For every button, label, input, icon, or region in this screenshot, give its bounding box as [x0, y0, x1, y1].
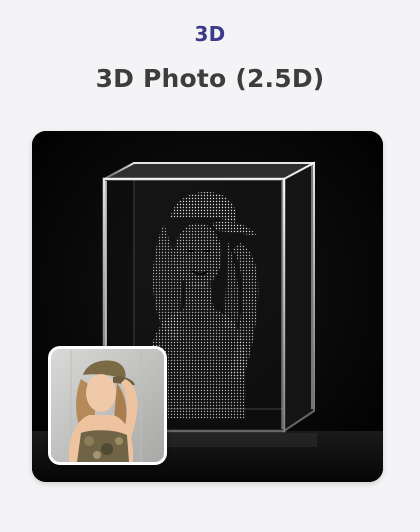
product-card[interactable]: 3D 3D Photo (2.5D) [0, 0, 420, 532]
portrait-photo [51, 349, 164, 462]
original-photo-thumbnail[interactable] [48, 346, 167, 465]
category-label: 3D [194, 22, 226, 46]
product-title[interactable]: 3D Photo (2.5D) [0, 62, 420, 96]
